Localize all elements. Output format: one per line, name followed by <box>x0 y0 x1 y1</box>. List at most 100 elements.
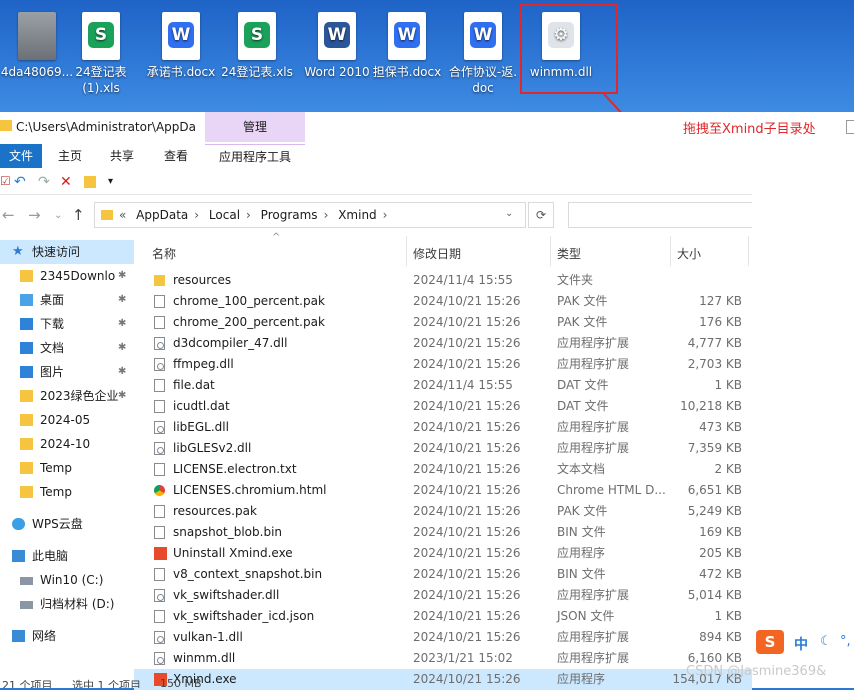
pin-icon[interactable]: ✱ <box>118 384 126 408</box>
sidebar-item[interactable]: 2345Downlo ✱ <box>0 264 134 288</box>
table-row[interactable]: v8_context_snapshot.bin 2024/10/21 15:26 B… <box>134 564 752 585</box>
file-type: BIN 文件 <box>557 525 606 539</box>
sort-caret-icon: ^ <box>272 232 281 243</box>
redo-icon[interactable]: ↷ <box>38 174 50 190</box>
status-size: 150 MB <box>160 677 202 688</box>
address-bar[interactable]: « AppData › Local › Programs › Xmind › ⌄ <box>94 202 526 228</box>
ime-language[interactable]: 中 <box>794 634 808 654</box>
table-row[interactable]: snapshot_blob.bin 2024/10/21 15:26 BIN 文件 1… <box>134 522 752 543</box>
sidebar-item[interactable]: 2024-05 <box>0 408 134 432</box>
file-date: 2024/10/21 15:26 <box>413 630 521 644</box>
breadcrumb-appdata[interactable]: AppData <box>136 208 188 222</box>
back-icon[interactable]: ← <box>2 206 15 224</box>
file-date: 2024/10/21 15:26 <box>413 336 521 350</box>
table-row[interactable]: LICENSE.electron.txt 2024/10/21 15:26 文本文档… <box>134 459 752 480</box>
refresh-button[interactable]: ⟳ <box>528 202 554 228</box>
file-date: 2024/10/21 15:26 <box>413 588 521 602</box>
table-row[interactable]: vk_swiftshader.dll 2024/10/21 15:26 应用程序扩展… <box>134 585 752 606</box>
pin-icon[interactable]: ✱ <box>118 336 126 360</box>
sidebar-item[interactable]: WPS云盘 <box>0 512 134 536</box>
delete-icon[interactable]: ✕ <box>60 174 72 190</box>
table-row[interactable]: file.dat 2024/11/4 15:55 DAT 文件 1 KB <box>134 375 752 396</box>
table-row[interactable]: resources 2024/11/4 15:55 文件夹 <box>134 270 752 291</box>
file-name: resources <box>173 273 232 287</box>
customize-qat-icon[interactable]: ▾ <box>108 176 113 187</box>
sidebar-item[interactable]: Temp <box>0 456 134 480</box>
forward-icon[interactable]: → <box>28 206 41 224</box>
cloud-icon <box>12 518 25 530</box>
table-row[interactable]: vk_swiftshader_icd.json 2024/10/21 15:26 J… <box>134 606 752 627</box>
sidebar-item[interactable]: 文档 ✱ <box>0 336 134 360</box>
file-name: libEGL.dll <box>173 420 229 434</box>
sidebar-item[interactable]: 网络 <box>0 624 134 648</box>
file-name: d3dcompiler_47.dll <box>173 336 288 350</box>
breadcrumb-xmind[interactable]: Xmind <box>338 208 376 222</box>
column-type[interactable]: 类型 <box>557 245 581 262</box>
sidebar-item[interactable]: 归档材料 (D:) <box>0 592 134 616</box>
file-size: 472 KB <box>699 567 742 581</box>
ime-toolbar[interactable]: S 中 ☾ °, <box>756 628 854 658</box>
file-icon <box>154 295 165 308</box>
window-close-icon[interactable] <box>846 120 854 134</box>
table-row[interactable]: winmm.dll 2023/1/21 15:02 应用程序扩展 6,160 KB <box>134 648 752 669</box>
sidebar-item[interactable]: 下载 ✱ <box>0 312 134 336</box>
table-row[interactable]: chrome_200_percent.pak 2024/10/21 15:26 PA… <box>134 312 752 333</box>
file-date: 2024/11/4 15:55 <box>413 378 513 392</box>
table-row[interactable]: vulkan-1.dll 2024/10/21 15:26 应用程序扩展 894 KB <box>134 627 752 648</box>
table-row[interactable]: libGLESv2.dll 2024/10/21 15:26 应用程序扩展 7,359… <box>134 438 752 459</box>
properties-icon[interactable]: ☑ <box>0 174 11 188</box>
sidebar-item[interactable]: 2024-10 <box>0 432 134 456</box>
folder-icon <box>101 210 113 220</box>
sidebar-item[interactable]: ★ 快速访问 <box>0 240 134 264</box>
tab-app-tools[interactable]: 应用程序工具 <box>205 144 305 169</box>
table-row[interactable]: resources.pak 2024/10/21 15:26 PAK 文件 5,249… <box>134 501 752 522</box>
column-size[interactable]: 大小 <box>677 245 701 262</box>
recent-dropdown-icon[interactable]: ⌄ <box>54 210 62 221</box>
table-row[interactable]: libEGL.dll 2024/10/21 15:26 应用程序扩展 473 KB <box>134 417 752 438</box>
file-type: 应用程序扩展 <box>557 441 630 455</box>
tab-home[interactable]: 主页 <box>58 144 82 168</box>
new-folder-icon[interactable] <box>84 176 96 188</box>
column-name[interactable]: 名称 <box>152 245 176 262</box>
tab-share[interactable]: 共享 <box>110 144 134 168</box>
table-row[interactable]: Uninstall Xmind.exe 2024/10/21 15:26 应用程序 2… <box>134 543 752 564</box>
file-type: 应用程序 <box>557 546 606 560</box>
table-row[interactable]: chrome_100_percent.pak 2024/10/21 15:26 PA… <box>134 291 752 312</box>
sidebar-item-label: 下载 <box>40 317 65 331</box>
table-row[interactable]: icudtl.dat 2024/10/21 15:26 DAT 文件 10,218 K… <box>134 396 752 417</box>
sidebar-item-label: WPS云盘 <box>32 517 83 531</box>
sidebar-item[interactable]: Win10 (C:) <box>0 568 134 592</box>
file-icon <box>154 631 165 644</box>
pin-icon[interactable]: ✱ <box>118 288 126 312</box>
pin-icon[interactable]: ✱ <box>118 264 126 288</box>
sidebar-item[interactable]: 桌面 ✱ <box>0 288 134 312</box>
tab-view[interactable]: 查看 <box>164 144 188 168</box>
up-icon[interactable]: ↑ <box>72 206 85 224</box>
file-name: v8_context_snapshot.bin <box>173 567 323 581</box>
breadcrumb-overflow[interactable]: « <box>119 208 126 222</box>
file-size: 473 KB <box>699 420 742 434</box>
sidebar-item[interactable]: 此电脑 <box>0 544 134 568</box>
file-size: 1 KB <box>714 378 742 392</box>
breadcrumb-local[interactable]: Local <box>209 208 240 222</box>
sogou-logo-icon[interactable]: S <box>756 630 784 654</box>
punctuation-icon[interactable]: °, <box>840 634 851 649</box>
sidebar-item[interactable]: Temp <box>0 480 134 504</box>
folder-icon <box>20 438 33 450</box>
breadcrumb-programs[interactable]: Programs <box>261 208 318 222</box>
undo-icon[interactable]: ↶ <box>14 174 26 190</box>
address-dropdown-icon[interactable]: ⌄ <box>505 208 513 219</box>
table-row[interactable]: ffmpeg.dll 2024/10/21 15:26 应用程序扩展 2,703 KB <box>134 354 752 375</box>
search-input[interactable] <box>568 202 752 228</box>
sidebar-item[interactable]: 图片 ✱ <box>0 360 134 384</box>
table-row[interactable]: LICENSES.chromium.html 2024/10/21 15:26 Ch… <box>134 480 752 501</box>
tab-manage[interactable]: 管理 <box>205 112 305 142</box>
column-date[interactable]: 修改日期 <box>413 245 461 262</box>
tab-file[interactable]: 文件 <box>0 144 42 168</box>
pin-icon[interactable]: ✱ <box>118 360 126 384</box>
sidebar-item[interactable]: 2023绿色企业 ✱ <box>0 384 134 408</box>
moon-icon[interactable]: ☾ <box>820 634 832 649</box>
pin-icon[interactable]: ✱ <box>118 312 126 336</box>
table-row[interactable]: d3dcompiler_47.dll 2024/10/21 15:26 应用程序扩展… <box>134 333 752 354</box>
blue-icon <box>20 342 33 354</box>
